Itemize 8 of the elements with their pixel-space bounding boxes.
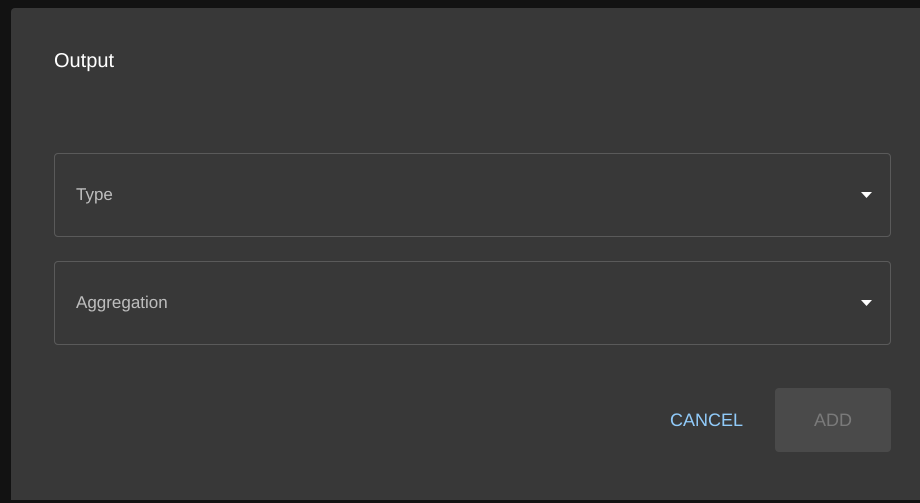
field-label: Type <box>76 184 113 206</box>
dialog-title: Output <box>54 49 114 73</box>
select-field[interactable]: Type <box>54 153 891 237</box>
dropdown-caret-icon <box>861 300 872 306</box>
field-label: Aggregation <box>76 292 168 314</box>
dropdown-caret-icon <box>861 192 872 198</box>
select-field[interactable]: Aggregation <box>54 261 891 345</box>
cancel-button[interactable]: CANCEL <box>668 388 745 452</box>
